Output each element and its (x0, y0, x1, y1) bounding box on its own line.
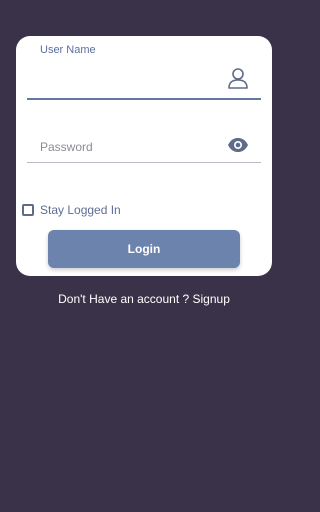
password-field[interactable]: Password (27, 126, 261, 163)
login-card: User Name Password Stay Logged In Login (16, 36, 272, 276)
signup-link[interactable]: Don't Have an account ? Signup (0, 292, 288, 306)
username-field[interactable]: User Name (27, 42, 261, 100)
login-button[interactable]: Login (48, 230, 240, 268)
eye-icon[interactable] (227, 137, 249, 153)
stay-logged-in-checkbox[interactable] (22, 204, 34, 216)
username-label: User Name (40, 44, 96, 56)
stay-logged-in-label: Stay Logged In (40, 203, 121, 217)
stay-logged-in-row[interactable]: Stay Logged In (22, 201, 121, 219)
user-icon (227, 67, 249, 89)
password-placeholder: Password (40, 140, 93, 154)
